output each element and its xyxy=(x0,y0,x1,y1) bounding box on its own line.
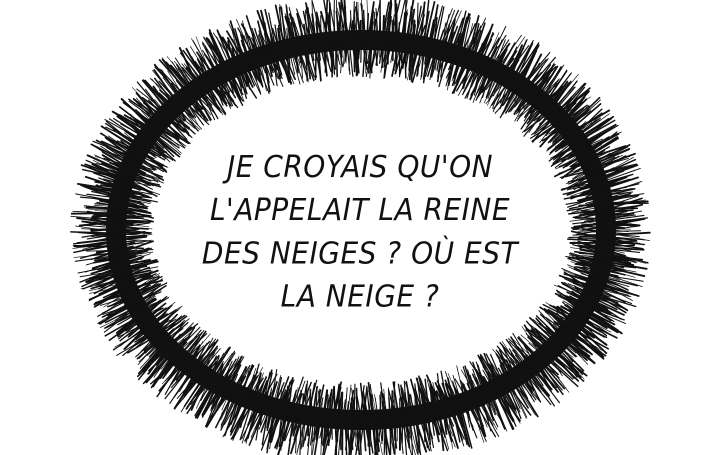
speech-line-4: LA NEIGE ? xyxy=(280,278,440,315)
speech-bubble-text: JE CROYAIS QU'ON L'APPELAIT LA REINE DES… xyxy=(185,146,535,319)
speech-line-2: L'APPELAIT LA REINE xyxy=(209,192,511,228)
speech-line-3: DES NEIGES ? OÙ EST xyxy=(201,235,519,271)
speech-line-1: JE CROYAIS QU'ON xyxy=(226,148,494,185)
comic-panel: JE CROYAIS QU'ON L'APPELAIT LA REINE DES… xyxy=(0,0,720,455)
